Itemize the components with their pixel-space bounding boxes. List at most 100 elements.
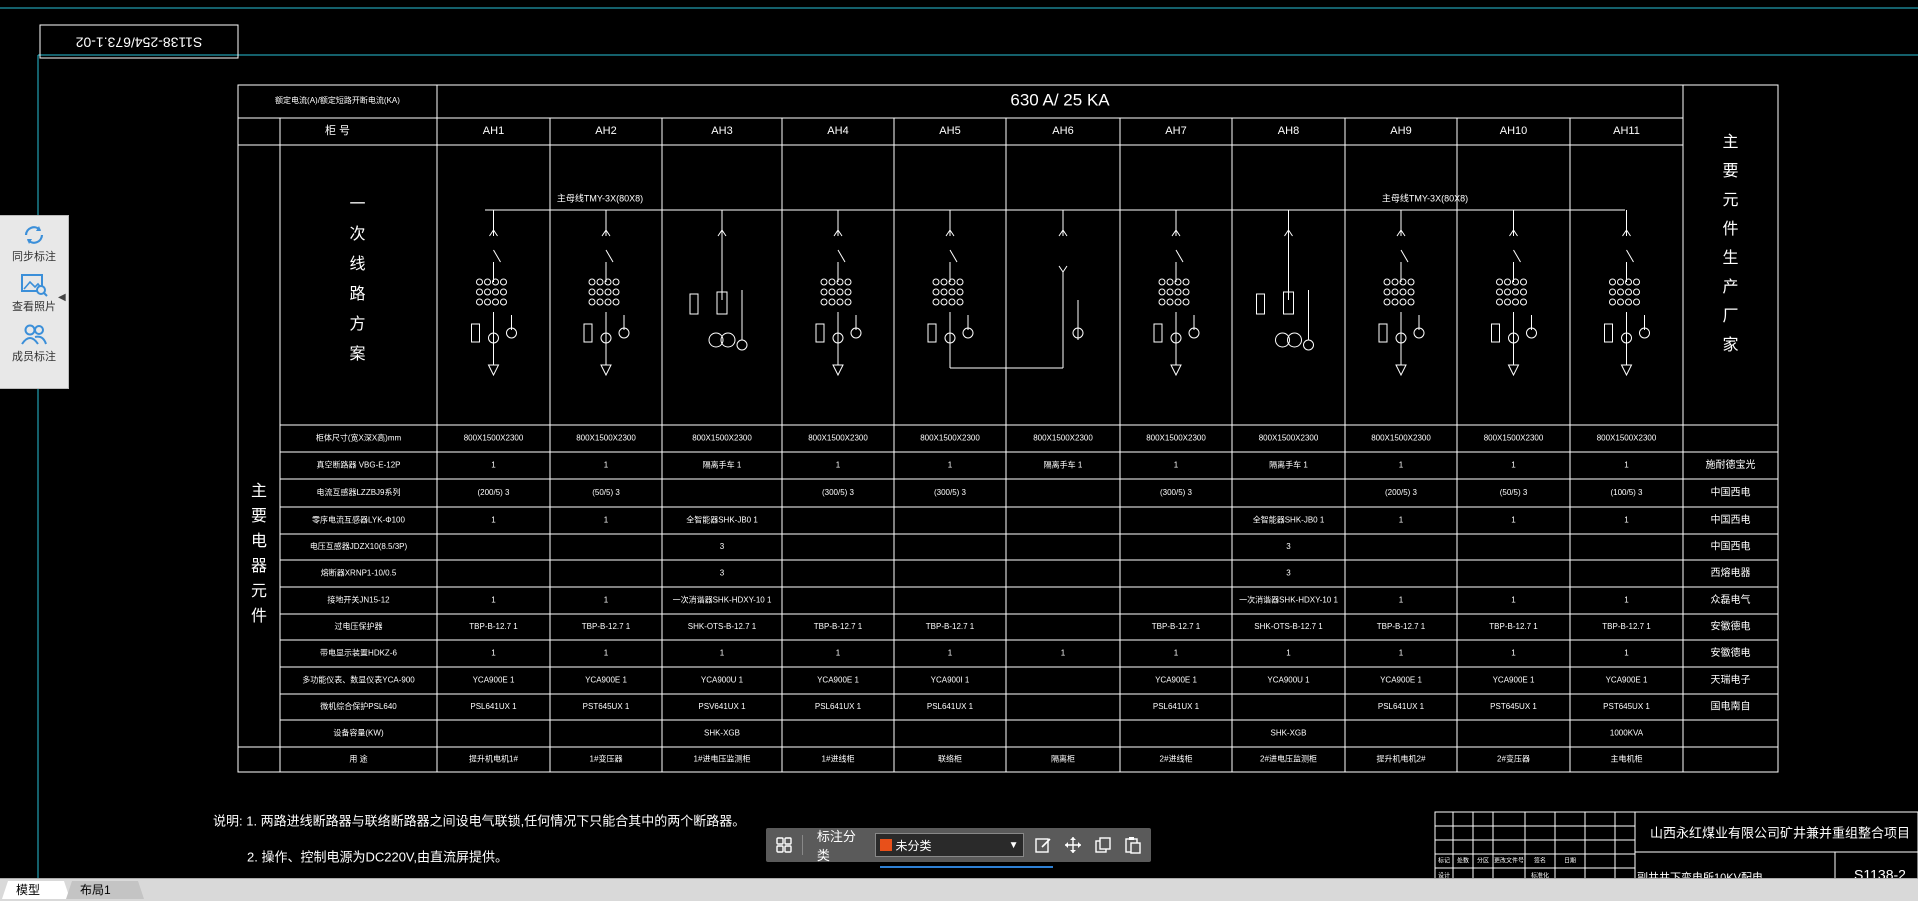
paste-icon[interactable] xyxy=(1123,835,1143,855)
row-cell: (300/5) 3 xyxy=(822,488,855,497)
chevron-down-icon: ▼ xyxy=(1008,839,1019,851)
copy-icon[interactable] xyxy=(1093,835,1113,855)
annotation-category-select[interactable]: 未分类 ▼ xyxy=(874,833,1024,857)
ct-symbol xyxy=(500,288,507,296)
row-cell: 隔离手车 1 xyxy=(1044,460,1083,470)
circuit-cabinet-7 xyxy=(1153,210,1200,377)
row-cell: 一次消谐器SHK-HDXY-10 1 xyxy=(673,595,772,605)
ct-symbol xyxy=(828,278,836,286)
ct-symbol xyxy=(1166,288,1174,296)
row-cell: (50/5) 3 xyxy=(592,488,620,497)
row-cell: 全智能器SHK-JB0 1 xyxy=(1253,515,1325,525)
edit-icon[interactable] xyxy=(1034,835,1054,855)
breaker-blade xyxy=(1513,249,1521,263)
cad-drawing-canvas[interactable]: S1138-254/673.1-02 额定电流(A)/额定短路开断电流(KA) 63… xyxy=(0,0,1918,900)
component-group-char: 主 xyxy=(251,482,267,500)
row-cell: SHK-XGB xyxy=(704,729,740,738)
ct-symbol xyxy=(1158,288,1166,296)
row-cell: PSL641UX 1 xyxy=(470,702,517,711)
row-cell: SHK-OTS-B-12.7 1 xyxy=(688,622,757,631)
arrester-symbol xyxy=(1378,323,1388,343)
ct-symbol xyxy=(1609,298,1616,306)
member-annotation-button[interactable]: 成员标注 xyxy=(0,316,68,366)
row-cell: SHK-OTS-B-12.7 1 xyxy=(1254,622,1323,631)
title-block-header: 标记 xyxy=(1438,857,1450,865)
tab-layout1[interactable]: 布局1 xyxy=(66,881,144,899)
row-cell: (200/5) 3 xyxy=(1385,488,1418,497)
row-cell: TBP-B-12.7 1 xyxy=(926,622,975,631)
row-label: 设备容量(KW) xyxy=(333,728,384,738)
manufacturer-header-char: 元 xyxy=(1722,192,1738,209)
row-cell: PST645UX 1 xyxy=(1603,702,1650,711)
move-icon[interactable] xyxy=(1063,835,1083,855)
title-code-text: S1138-254/673.1-02 xyxy=(75,34,202,50)
row-cell: 提升机电机2# xyxy=(1377,754,1426,764)
category-select-value: 未分类 xyxy=(895,838,932,853)
cabinet-ah6: AH6 xyxy=(1052,125,1073,137)
ct-symbol xyxy=(1520,278,1527,286)
ct-symbol xyxy=(500,278,507,286)
tab-model[interactable]: 模型 xyxy=(2,881,70,899)
ct-symbol xyxy=(492,298,499,306)
row-cell: 800X1500X2300 xyxy=(1259,434,1319,443)
ct-symbol xyxy=(1383,278,1391,286)
cabinet-ah2: AH2 xyxy=(595,125,616,137)
ct-symbol xyxy=(1617,288,1624,296)
grid-icon[interactable] xyxy=(774,835,794,855)
ct-symbol xyxy=(1496,278,1503,286)
row-maker: 中国西电 xyxy=(1711,513,1751,526)
ct-symbol xyxy=(1174,298,1182,306)
outgoing-arrow xyxy=(832,364,844,377)
outgoing-arrow xyxy=(1507,364,1520,377)
row-cell: PSL641UX 1 xyxy=(815,702,862,711)
sync-annotation-label: 同步标注 xyxy=(12,251,56,263)
row-maker: 安徽德电 xyxy=(1711,646,1751,659)
arrester-symbol xyxy=(1153,323,1163,343)
sync-annotation-button[interactable]: 同步标注 xyxy=(0,216,68,266)
row-cell: 1 xyxy=(491,649,496,658)
cabinet-ah9: AH9 xyxy=(1390,125,1411,137)
ct-symbol xyxy=(612,298,620,306)
primary-scheme-char: 次 xyxy=(349,225,365,243)
collapse-arrow-icon[interactable]: ◀ xyxy=(58,292,66,303)
manufacturer-header-char: 主 xyxy=(1722,133,1738,151)
ct-symbol xyxy=(476,298,483,306)
row-cell: 一次消谐器SHK-HDXY-10 1 xyxy=(1239,595,1338,605)
component-group-char: 电 xyxy=(251,532,267,550)
row-cell: 1#变压器 xyxy=(590,754,623,764)
row-cell: 800X1500X2300 xyxy=(1371,434,1431,443)
layout-tab-bar: 模型 布局1 xyxy=(0,878,1918,901)
view-photo-button[interactable]: 查看照片 xyxy=(0,266,68,316)
outgoing-arrow xyxy=(1620,364,1633,377)
ct-symbol xyxy=(1609,288,1616,296)
row-cell: (100/5) 3 xyxy=(1610,488,1643,497)
primary-scheme-char: 一 xyxy=(349,196,365,213)
row-cell: TBP-B-12.7 1 xyxy=(582,622,631,631)
primary-scheme-char: 线 xyxy=(349,255,365,273)
ct-symbol xyxy=(820,298,828,306)
ct-symbol xyxy=(1520,288,1527,296)
ct-symbol xyxy=(828,288,836,296)
row-cell: (300/5) 3 xyxy=(1160,488,1193,497)
row-cell: TBP-B-12.7 1 xyxy=(1602,622,1651,631)
row-cell: 1#进线柜 xyxy=(822,754,855,764)
ct-symbol xyxy=(1391,298,1399,306)
row-cell: YCA900E 1 xyxy=(1606,676,1648,685)
breaker-blade xyxy=(837,249,846,263)
ct-symbol xyxy=(1174,288,1182,296)
ct-symbol xyxy=(844,278,852,286)
ct-symbol xyxy=(484,288,491,296)
row-cell: YCA900E 1 xyxy=(1380,676,1422,685)
row-cell: PSL641UX 1 xyxy=(1153,702,1200,711)
ct-symbol xyxy=(956,288,964,296)
ct-symbol xyxy=(1399,288,1407,296)
row-label: 用 途 xyxy=(349,754,367,764)
manufacturer-header-char: 产 xyxy=(1722,278,1738,296)
ct-symbol xyxy=(836,298,844,306)
title-block-header: 日期 xyxy=(1564,857,1576,865)
ct-symbol xyxy=(1512,288,1519,296)
ct-symbol xyxy=(1504,288,1511,296)
row-cell: 1 xyxy=(1286,649,1291,658)
outgoing-arrow xyxy=(1395,364,1407,377)
row-cell: (50/5) 3 xyxy=(1500,488,1528,497)
